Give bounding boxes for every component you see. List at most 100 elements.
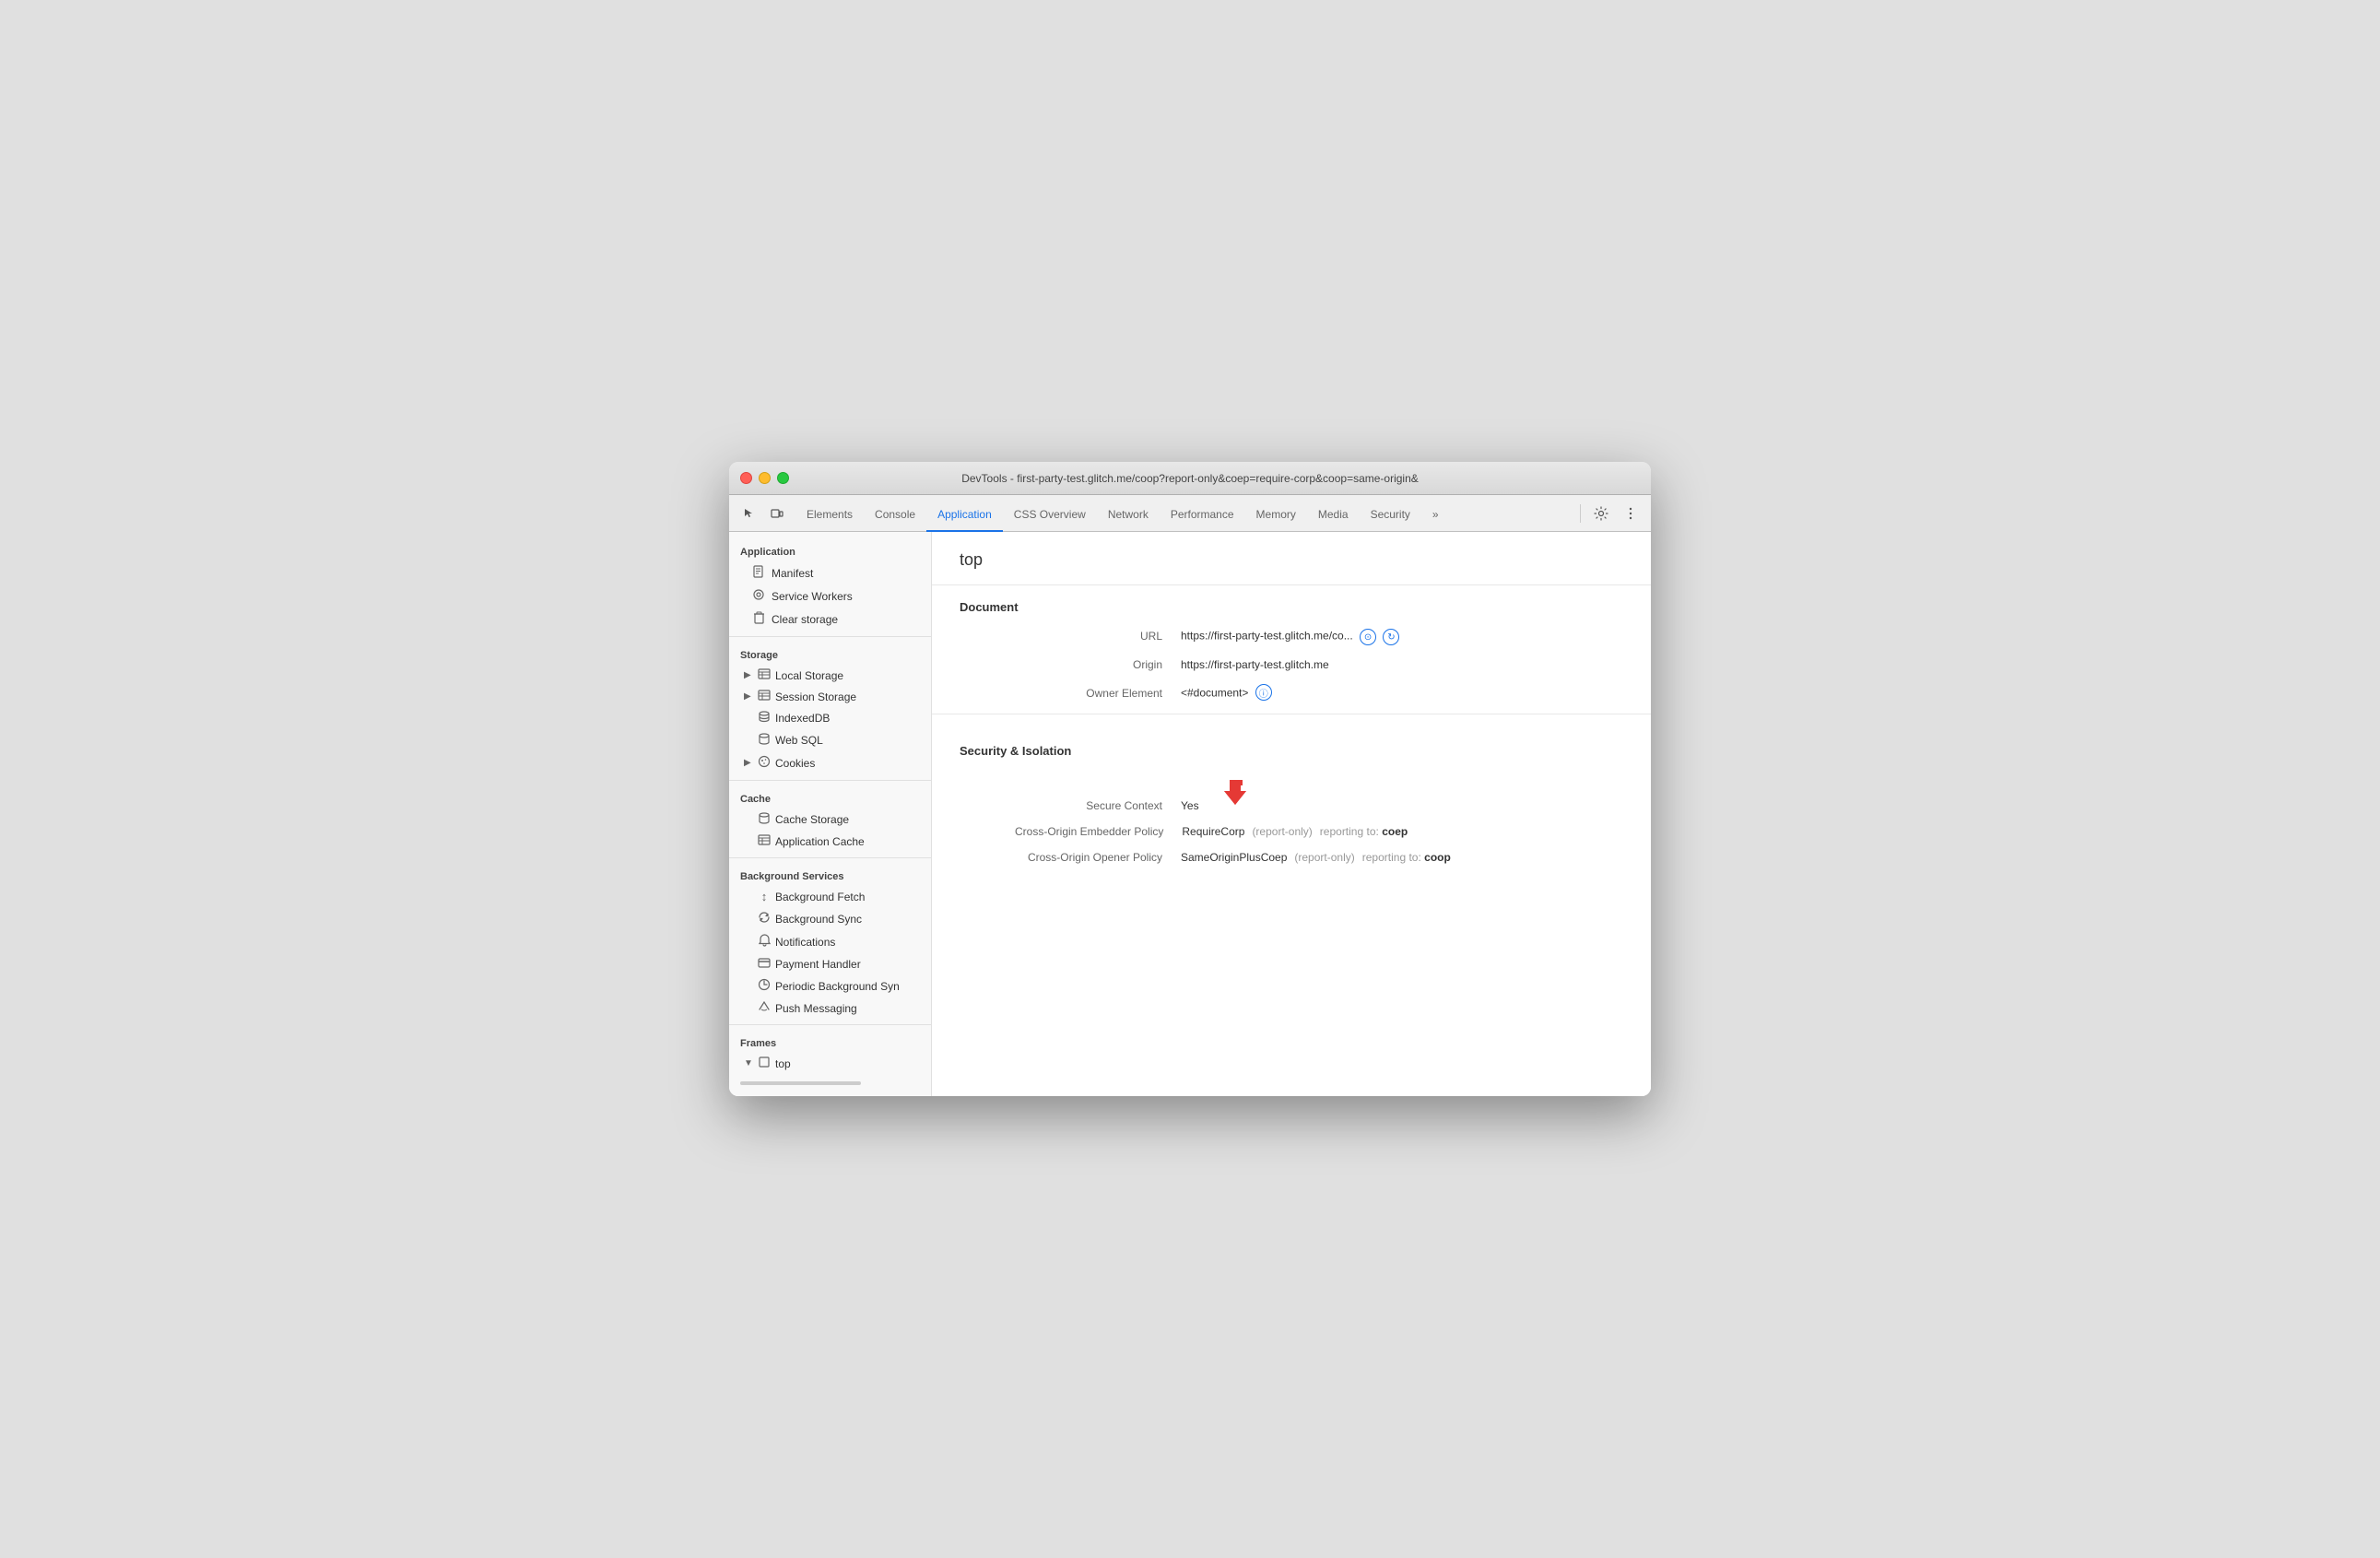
settings-button[interactable] [1588,501,1614,526]
sidebar-item-background-sync-label: Background Sync [775,913,862,926]
sidebar-item-top-frame-label: top [775,1057,791,1070]
toolbar: Elements Console Application CSS Overvie… [729,495,1651,532]
sidebar-item-local-storage[interactable]: ▶ Local Storage [729,665,931,686]
coop-reporting-value: coop [1424,851,1451,864]
owner-element-icon[interactable]: ⓘ [1255,684,1272,701]
tab-network[interactable]: Network [1097,499,1160,532]
sidebar-item-clear-storage[interactable]: Clear storage [729,608,931,631]
sidebar-item-application-cache[interactable]: ▶ Application Cache [729,831,931,852]
sidebar-item-service-workers[interactable]: Service Workers [729,584,931,608]
sidebar-item-background-fetch[interactable]: ▶ ↕ Background Fetch [729,886,931,907]
tab-media[interactable]: Media [1307,499,1360,532]
toolbar-right [1576,501,1644,526]
session-storage-icon [757,690,772,703]
origin-value: https://first-party-test.glitch.me [1181,658,1329,671]
periodic-background-sync-icon [757,978,772,994]
origin-row: Origin https://first-party-test.glitch.m… [960,658,1623,671]
owner-element-link[interactable]: <#document> [1181,687,1248,700]
sidebar-item-notifications[interactable]: ▶ Notifications [729,930,931,953]
window-title: DevTools - first-party-test.glitch.me/co… [961,472,1419,485]
content-divider-1 [932,584,1651,585]
sidebar-item-web-sql[interactable]: ▶ Web SQL [729,729,931,751]
devtools-window: DevTools - first-party-test.glitch.me/co… [729,462,1651,1096]
sidebar-item-top-frame[interactable]: ▼ top [729,1053,931,1074]
url-reload-icon[interactable]: ↻ [1383,629,1399,645]
minimize-button[interactable] [759,472,771,484]
sidebar-item-notifications-label: Notifications [775,936,835,949]
sidebar-item-application-cache-label: Application Cache [775,835,865,848]
sidebar-item-session-storage[interactable]: ▶ Session Storage [729,686,931,707]
sidebar-item-push-messaging[interactable]: ▶ Push Messaging [729,997,931,1019]
sidebar-item-web-sql-label: Web SQL [775,734,823,747]
close-button[interactable] [740,472,752,484]
sidebar-item-indexeddb[interactable]: ▶ IndexedDB [729,707,931,729]
sidebar-section-storage: Storage [729,643,931,665]
origin-label: Origin [1015,658,1181,671]
tab-application[interactable]: Application [926,499,1003,532]
coep-label: Cross-Origin Embedder Policy [1015,825,1182,838]
coop-policy: SameOriginPlusCoep (report-only) reporti… [1181,851,1451,864]
tab-more[interactable]: » [1421,499,1450,532]
cursor-icon[interactable] [736,501,762,526]
local-storage-arrow: ▶ [744,670,753,680]
manifest-icon [751,565,766,581]
sidebar-section-cache: Cache [729,786,931,809]
sidebar-item-background-fetch-label: Background Fetch [775,891,865,903]
sidebar-item-cache-storage[interactable]: ▶ Cache Storage [729,809,931,831]
coep-main: RequireCorp [1182,825,1244,838]
coep-value: RequireCorp (report-only) reporting to: … [1182,825,1408,838]
cookies-arrow: ▶ [744,758,753,768]
sidebar-item-periodic-background-sync[interactable]: ▶ Periodic Background Syn [729,974,931,997]
sidebar-item-background-sync[interactable]: ▶ Background Sync [729,907,931,930]
url-value: https://first-party-test.glitch.me/co...… [1181,629,1399,645]
sidebar-scrollbar[interactable] [740,1081,861,1085]
device-icon[interactable] [764,501,790,526]
cache-storage-icon [757,812,772,827]
secure-context-label: Secure Context [1015,799,1181,812]
devtools-body: Application Manifest Service Workers Cle… [729,532,1651,1096]
document-section-title: Document [960,600,1623,614]
secure-context-value: Yes [1181,773,1250,812]
top-frame-arrow: ▼ [744,1058,753,1068]
coep-reporting-value: coep [1382,825,1408,838]
cookies-icon [757,755,772,771]
tab-css-overview[interactable]: CSS Overview [1003,499,1097,532]
application-cache-icon [757,834,772,848]
coop-main: SameOriginPlusCoep [1181,851,1287,864]
security-section-title: Security & Isolation [960,744,1623,758]
divider-4 [729,1024,931,1025]
sidebar: Application Manifest Service Workers Cle… [729,532,932,1096]
page-title: top [960,550,1623,570]
notifications-icon [757,934,772,950]
sidebar-item-manifest-label: Manifest [772,567,813,580]
divider-3 [729,857,931,858]
coop-secondary: (report-only) [1294,851,1354,864]
coop-value: SameOriginPlusCoep (report-only) reporti… [1181,851,1451,864]
sidebar-item-cookies[interactable]: ▶ Cookies [729,751,931,774]
tab-console[interactable]: Console [864,499,926,532]
coep-reporting: reporting to: coep [1320,825,1408,838]
sidebar-item-cache-storage-label: Cache Storage [775,813,849,826]
sidebar-item-service-workers-label: Service Workers [772,590,853,603]
web-sql-icon [757,733,772,748]
main-content: top Document URL https://first-party-tes… [932,532,1651,1096]
tab-security[interactable]: Security [1360,499,1421,532]
sidebar-item-payment-handler[interactable]: ▶ Payment Handler [729,953,931,974]
divider-2 [729,780,931,781]
url-link-icon[interactable]: ⊙ [1360,629,1376,645]
menu-button[interactable] [1618,501,1644,526]
owner-element-row: Owner Element <#document> ⓘ [960,684,1623,701]
coep-secondary: (report-only) [1252,825,1312,838]
background-fetch-icon: ↕ [757,890,772,903]
divider-1 [729,636,931,637]
tab-elements[interactable]: Elements [795,499,864,532]
coop-row: Cross-Origin Opener Policy SameOriginPlu… [960,851,1623,864]
red-arrow-indicator [1213,773,1250,812]
sidebar-item-payment-handler-label: Payment Handler [775,958,861,971]
sidebar-item-manifest[interactable]: Manifest [729,561,931,584]
maximize-button[interactable] [777,472,789,484]
tab-memory[interactable]: Memory [1245,499,1307,532]
tab-performance[interactable]: Performance [1160,499,1245,532]
background-sync-icon [757,911,772,927]
sidebar-item-push-messaging-label: Push Messaging [775,1002,857,1015]
